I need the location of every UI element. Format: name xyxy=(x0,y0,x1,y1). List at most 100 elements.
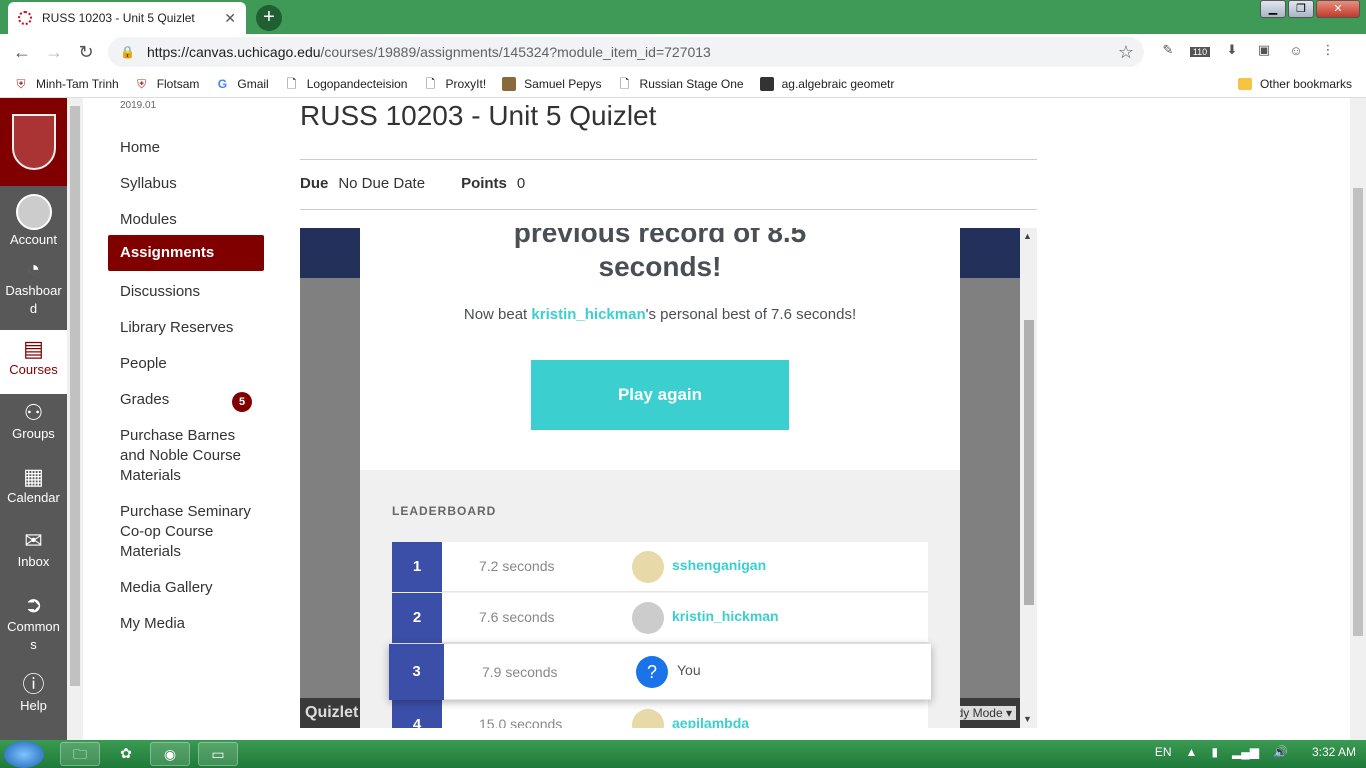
close-window-button[interactable]: ✕ xyxy=(1316,0,1360,18)
bookmark-star-icon[interactable]: ☆ xyxy=(1118,42,1134,63)
tab-favicon-icon xyxy=(18,11,32,25)
signal-icon[interactable]: ▂▄▆ xyxy=(1232,745,1259,759)
nav-scrollbar[interactable] xyxy=(67,98,83,740)
extension-icon[interactable]: ✎ xyxy=(1158,42,1178,58)
bookmark-item[interactable]: 🗋 Logopandecteision xyxy=(285,77,408,91)
rank: 4 xyxy=(392,700,442,728)
inbox-icon: ✉ xyxy=(24,528,43,553)
book-icon: ▤ xyxy=(23,336,44,361)
course-nav-discussions[interactable]: Discussions xyxy=(108,276,264,308)
page-scrollbar[interactable] xyxy=(1350,98,1366,740)
tab-close-icon[interactable]: ✕ xyxy=(224,10,236,27)
extension-s-icon[interactable]: ▣ xyxy=(1254,42,1274,58)
points-value: 0 xyxy=(516,175,526,192)
university-logo[interactable] xyxy=(0,98,67,186)
menu-icon[interactable]: ⋮ xyxy=(1318,42,1338,58)
help-icon: ⓘ xyxy=(22,672,45,697)
course-nav-syllabus[interactable]: Syllabus xyxy=(108,168,264,200)
quizlet-brand[interactable]: Quizlet xyxy=(305,704,358,721)
address-bar[interactable]: 🔒 https://canvas.uchicago.edu/courses/19… xyxy=(108,37,1144,67)
user-link[interactable]: aepilambda xyxy=(672,715,749,728)
tab-strip: RUSS 10203 - Unit 5 Quizlet ✕ + ▁ ❐ ✕ xyxy=(0,0,1366,34)
back-icon[interactable]: ← xyxy=(6,42,38,63)
results-modal: previous record of 8.5 seconds! Now beat… xyxy=(360,228,960,728)
nav-help[interactable]: ⓘ Help xyxy=(0,666,67,730)
nav-scrollbar-thumb[interactable] xyxy=(70,106,80,686)
lock-icon: 🔒 xyxy=(120,45,135,59)
dashboard-icon: ◔ xyxy=(26,256,41,281)
language-indicator[interactable]: EN xyxy=(1155,745,1172,759)
portrait-icon xyxy=(502,76,517,91)
crest-icon xyxy=(11,114,56,170)
course-nav-seminary-coop[interactable]: Purchase Seminary Co-op Course Materials xyxy=(108,496,264,568)
explorer-taskbar-icon[interactable]: 🗀 xyxy=(60,742,100,766)
course-nav-assignments[interactable]: Assignments xyxy=(108,235,264,271)
download-icon[interactable]: ⬇ xyxy=(1222,42,1242,58)
battery-icon[interactable]: ▮ xyxy=(1211,745,1218,759)
extension-badge-icon[interactable]: 110 xyxy=(1190,43,1210,58)
mode-select[interactable]: dy Mode ▾ xyxy=(952,706,1016,720)
start-button[interactable] xyxy=(4,741,44,768)
bookmark-item[interactable]: ⛨ Minh-Tam Trinh xyxy=(14,77,118,91)
clock[interactable]: 3:32 AM xyxy=(1312,745,1356,759)
play-again-button[interactable]: Play again xyxy=(531,360,789,430)
extension-cat-icon[interactable]: ☺ xyxy=(1286,43,1306,58)
due-value: No Due Date xyxy=(338,175,426,192)
bookmark-item[interactable]: G Gmail xyxy=(215,77,269,91)
leaderboard-heading: LEADERBOARD xyxy=(392,504,497,518)
course-nav-grades[interactable]: Grades 5 xyxy=(108,384,264,416)
course-nav-modules[interactable]: Modules xyxy=(108,204,264,236)
nav-groups[interactable]: ⚇ Groups xyxy=(0,394,67,458)
maximize-button[interactable]: ❐ xyxy=(1288,0,1314,18)
course-nav-people[interactable]: People xyxy=(108,348,264,380)
other-bookmarks[interactable]: Other bookmarks xyxy=(1237,77,1352,91)
course-nav-library-reserves[interactable]: Library Reserves xyxy=(108,312,264,344)
reload-icon[interactable]: ↻ xyxy=(70,42,102,63)
tray-arrow-icon[interactable]: ▲ xyxy=(1186,745,1198,759)
nav-calendar[interactable]: ▦ Calendar xyxy=(0,458,67,522)
embed-scrollbar[interactable]: ▲ ▼ xyxy=(1020,228,1037,728)
user-avatar xyxy=(632,602,664,634)
browser-tab[interactable]: RUSS 10203 - Unit 5 Quizlet ✕ xyxy=(8,2,246,34)
user-link[interactable]: sshenganigan xyxy=(672,557,766,573)
user-link[interactable]: kristin_hickman xyxy=(672,608,779,624)
shield-icon: ⛨ xyxy=(137,76,147,91)
bookmark-item[interactable]: ⛨ Flotsam xyxy=(135,76,199,91)
points-label: Points xyxy=(461,175,507,192)
embed-scrollbar-thumb[interactable] xyxy=(1024,320,1034,605)
course-nav-my-media[interactable]: My Media xyxy=(108,608,264,640)
course-nav-media-gallery[interactable]: Media Gallery xyxy=(108,572,264,604)
nav-courses[interactable]: ▤ Courses xyxy=(0,330,67,394)
nav-account[interactable]: Account xyxy=(0,186,67,250)
calendar-icon: ▦ xyxy=(23,464,44,489)
chrome-taskbar-icon[interactable]: ◉ xyxy=(150,742,190,766)
leaderboard-row: 4 15.0 seconds aepilambda xyxy=(392,700,928,728)
beat-user-link[interactable]: kristin_hickman xyxy=(531,306,645,323)
nav-commons[interactable]: ➲ Commons xyxy=(0,586,67,666)
course-nav-barnes-noble[interactable]: Purchase Barnes and Noble Course Materia… xyxy=(108,420,264,492)
folder-icon xyxy=(1237,77,1252,90)
app-taskbar-icon[interactable]: ✿ xyxy=(106,742,146,766)
scroll-up-icon[interactable]: ▲ xyxy=(1023,231,1032,241)
nav-inbox[interactable]: ✉ Inbox xyxy=(0,522,67,586)
nav-dashboard[interactable]: ◔ Dashboard xyxy=(0,250,67,330)
page-title: RUSS 10203 - Unit 5 Quizlet xyxy=(300,100,657,131)
bookmark-item[interactable]: 🗋 Russian Stage One xyxy=(618,77,744,91)
bookmark-item[interactable]: 🗋 ProxyIt! xyxy=(423,77,487,91)
bookmark-item[interactable]: ag.algebraic geometr xyxy=(759,76,894,91)
forward-icon[interactable]: → xyxy=(38,42,70,63)
score-time: 7.9 seconds xyxy=(482,664,558,680)
groups-icon: ⚇ xyxy=(23,400,44,425)
question-avatar-icon: ? xyxy=(636,656,668,688)
course-nav-home[interactable]: Home xyxy=(108,132,264,164)
scroll-down-icon[interactable]: ▼ xyxy=(1023,714,1032,724)
page-scrollbar-thumb[interactable] xyxy=(1353,188,1363,636)
score-time: 15.0 seconds xyxy=(479,716,563,728)
new-tab-button[interactable]: + xyxy=(256,5,282,31)
volume-icon[interactable]: 🔊 xyxy=(1273,745,1288,759)
bookmark-item[interactable]: Samuel Pepys xyxy=(502,76,602,91)
quizlet-embed: Quizlet dy Mode ▾ previous record of 8.5… xyxy=(300,228,1020,728)
url-path: /courses/19889/assignments/145324?module… xyxy=(320,44,711,60)
minimize-button[interactable]: ▁ xyxy=(1260,0,1286,18)
pdf-taskbar-icon[interactable]: ▭ xyxy=(198,742,238,766)
